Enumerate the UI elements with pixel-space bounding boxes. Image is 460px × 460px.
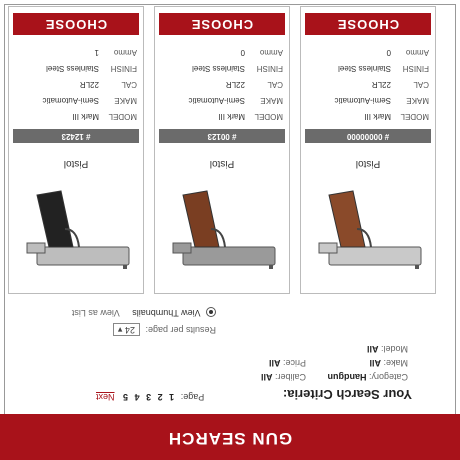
view-toggle: View Thumbnails View as List xyxy=(72,307,216,318)
pistol-icon xyxy=(26,190,130,269)
product-spec: MODEL Mark III xyxy=(218,112,283,121)
view-thumbnails-radio[interactable] xyxy=(206,307,216,318)
spec-label: FINISH xyxy=(402,64,429,73)
product-spec: Ammo 0 xyxy=(241,48,283,57)
pagination: Page: 1 2 3 4 5 Next xyxy=(96,392,205,402)
spec-label: CAL xyxy=(121,80,137,89)
pistol-icon xyxy=(318,190,422,269)
criteria-make: Make: All xyxy=(369,358,408,368)
spec-label: Ammo xyxy=(405,48,429,57)
product-card: Pistol # 00123 MODEL Mark III MAKE Semi-Autom… xyxy=(154,6,290,294)
criteria-model: Model: All xyxy=(366,344,408,354)
product-card: Pistol # 00000000 MODEL Mark III MAKE Semi-Au… xyxy=(300,6,436,294)
product-id: # 00123 xyxy=(159,129,285,143)
product-name[interactable]: Pistol xyxy=(9,158,143,169)
page-link-3[interactable]: 3 xyxy=(146,392,151,402)
spec-value: 22LR xyxy=(79,80,99,89)
criteria-price: Price: All xyxy=(268,358,306,368)
product-name[interactable]: Pistol xyxy=(155,158,289,169)
product-image xyxy=(163,177,281,287)
view-thumbnails-label: View Thumbnails xyxy=(132,308,201,318)
spec-label: Ammo xyxy=(259,48,283,57)
product-spec: Ammo 1 xyxy=(95,48,137,57)
product-spec: FINISH Stainless Steel xyxy=(192,64,283,73)
spec-label: CAL xyxy=(413,80,429,89)
spec-value: 0 xyxy=(386,48,391,57)
spec-label: MODEL xyxy=(254,112,283,121)
page-link-1[interactable]: 1 xyxy=(169,392,174,402)
results-grid: Pistol # 00000000 MODEL Mark III MAKE Semi-Au… xyxy=(8,6,436,294)
page-link-2[interactable]: 2 xyxy=(158,392,163,402)
spec-value: Mark III xyxy=(218,112,245,121)
product-name[interactable]: Pistol xyxy=(301,158,435,169)
view-as-list-link[interactable]: View as List xyxy=(72,308,120,318)
product-spec: FINISH Stainless Steel xyxy=(338,64,429,73)
product-spec: MAKE Semi-Automatic xyxy=(43,96,137,105)
spec-label: Ammo xyxy=(113,48,137,57)
product-spec: CAL 22LR xyxy=(226,80,283,89)
choose-button[interactable]: CHOOSE xyxy=(13,13,139,35)
product-image xyxy=(309,177,427,287)
product-spec: MODEL Mark III xyxy=(364,112,429,121)
spec-value: Semi-Automatic xyxy=(42,96,99,105)
product-spec: CAL 22LR xyxy=(80,80,137,89)
results-per-page-select[interactable]: 24 ▾ xyxy=(112,323,140,336)
choose-button[interactable]: CHOOSE xyxy=(159,13,285,35)
criteria-category: Category: Handgun xyxy=(327,372,408,382)
spec-label: MAKE xyxy=(260,96,283,105)
spec-value: Stainless Steel xyxy=(46,64,99,73)
spec-label: MODEL xyxy=(400,112,429,121)
page-link-5[interactable]: 5 xyxy=(123,392,128,402)
product-spec: Ammo 0 xyxy=(387,48,429,57)
product-spec: MAKE Semi-Automatic xyxy=(335,96,429,105)
chevron-down-icon: ▾ xyxy=(117,325,123,335)
results-per-page: Results per page: 24 ▾ xyxy=(112,323,216,336)
spec-value: 22LR xyxy=(225,80,245,89)
app-header: GUN SEARCH xyxy=(0,414,460,460)
spec-label: MAKE xyxy=(406,96,429,105)
page-link-4[interactable]: 4 xyxy=(135,392,140,402)
spec-value: Stainless Steel xyxy=(192,64,245,73)
criteria-caliber: Caliber: All xyxy=(260,372,306,382)
product-image xyxy=(17,177,135,287)
spec-label: FINISH xyxy=(256,64,283,73)
spec-value: 22LR xyxy=(371,80,391,89)
spec-value: 0 xyxy=(240,48,245,57)
product-spec: FINISH Stainless Steel xyxy=(46,64,137,73)
spec-label: MAKE xyxy=(114,96,137,105)
next-page-link[interactable]: Next xyxy=(96,392,115,402)
choose-button[interactable]: CHOOSE xyxy=(305,13,431,35)
app-title: GUN SEARCH xyxy=(167,429,293,448)
product-card: Pistol # 12423 MODEL Mark III MAKE Semi-Autom… xyxy=(8,6,144,294)
spec-value: Mark III xyxy=(364,112,391,121)
spec-value: Semi-Automatic xyxy=(334,96,391,105)
criteria-title: Your Search Criteria: xyxy=(282,387,412,402)
product-id: # 12423 xyxy=(13,129,139,143)
product-spec: MODEL Mark III xyxy=(72,112,137,121)
gun-search-page: GUN SEARCH Your Search Criteria: Categor… xyxy=(0,0,460,460)
product-id: # 00000000 xyxy=(305,129,431,143)
spec-value: Mark III xyxy=(72,112,99,121)
pistol-icon xyxy=(172,190,276,269)
spec-label: CAL xyxy=(267,80,283,89)
spec-label: FINISH xyxy=(110,64,137,73)
spec-value: Semi-Automatic xyxy=(188,96,245,105)
search-criteria-panel: Your Search Criteria: Category: Handgun … xyxy=(36,298,416,406)
product-spec: MAKE Semi-Automatic xyxy=(189,96,283,105)
spec-label: MODEL xyxy=(108,112,137,121)
spec-value: Stainless Steel xyxy=(338,64,391,73)
product-spec: CAL 22LR xyxy=(372,80,429,89)
spec-value: 1 xyxy=(94,48,99,57)
